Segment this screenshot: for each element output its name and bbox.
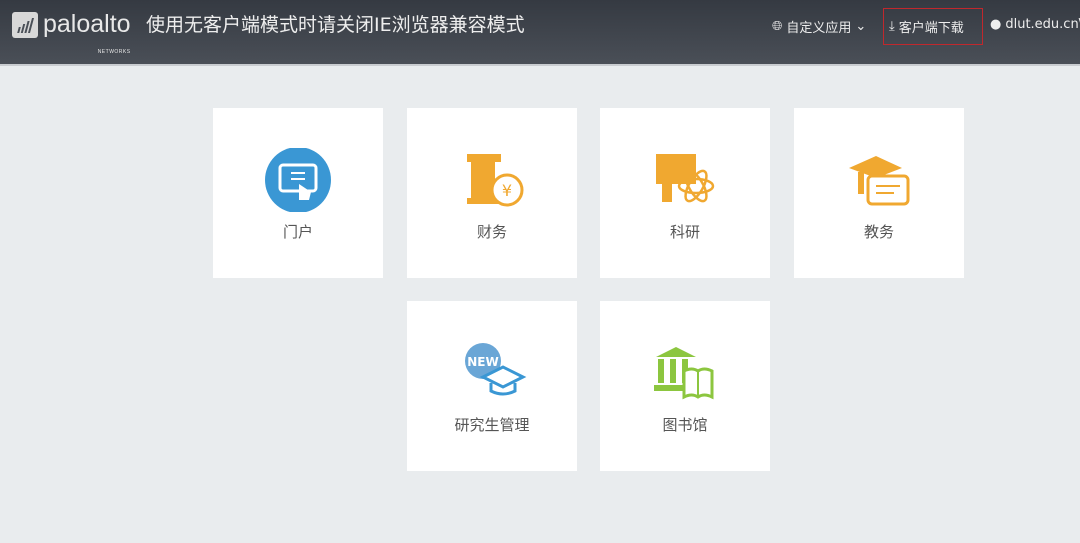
tile-label: 图书馆	[662, 416, 708, 434]
globe-icon: 🌐︎	[772, 19, 783, 34]
tile-finance[interactable]: ¥ 财务	[407, 108, 577, 278]
tile-library[interactable]: 图书馆	[600, 301, 770, 471]
logo-text: paloalto	[43, 10, 131, 38]
svg-text:¥: ¥	[502, 181, 512, 200]
tile-label: 科研	[669, 223, 700, 241]
library-icon	[654, 347, 714, 400]
tile-label: 财务	[476, 223, 507, 241]
chevron-down-icon: ⌄	[855, 19, 867, 34]
apps-menu-label: 自定义应用	[786, 21, 852, 36]
graduate-icon: NEW	[465, 343, 527, 396]
client-download-button[interactable]: ⤓ 客户端下载	[889, 17, 964, 36]
download-icon: ⤓	[889, 19, 895, 34]
header: paloalto NETWORKS 使用无客户端模式时请关闭IE浏览器兼容模式 🌐…	[0, 0, 1080, 66]
tablet-icon	[265, 148, 331, 212]
svg-text:NEW: NEW	[467, 355, 498, 369]
research-icon	[656, 154, 715, 203]
logo-sub: NETWORKS	[97, 49, 131, 55]
tile-label: 教务	[863, 223, 894, 241]
apps-menu[interactable]: 🌐︎ 自定义应用 ⌄	[772, 17, 866, 36]
tile-portal[interactable]: 门户	[213, 108, 383, 278]
tile-education[interactable]: 教务	[794, 108, 964, 278]
user-menu[interactable]: ●dlut.edu.cn\2	[990, 17, 1080, 32]
user-icon: ●	[990, 17, 1002, 32]
user-label: dlut.edu.cn\2	[1005, 17, 1080, 32]
logo-mark-icon	[12, 12, 38, 38]
tile-research[interactable]: 科研	[600, 108, 770, 278]
finance-icon: ¥	[467, 154, 524, 207]
page-title: 使用无客户端模式时请关闭IE浏览器兼容模式	[146, 14, 525, 36]
tile-label: 研究生管理	[454, 416, 530, 434]
tile-label: 门户	[282, 223, 313, 241]
client-download-label: 客户端下载	[898, 21, 964, 36]
paloalto-logo: paloalto NETWORKS	[12, 9, 131, 55]
tile-graduate[interactable]: NEW 研究生管理	[407, 301, 577, 471]
education-icon	[849, 156, 910, 206]
